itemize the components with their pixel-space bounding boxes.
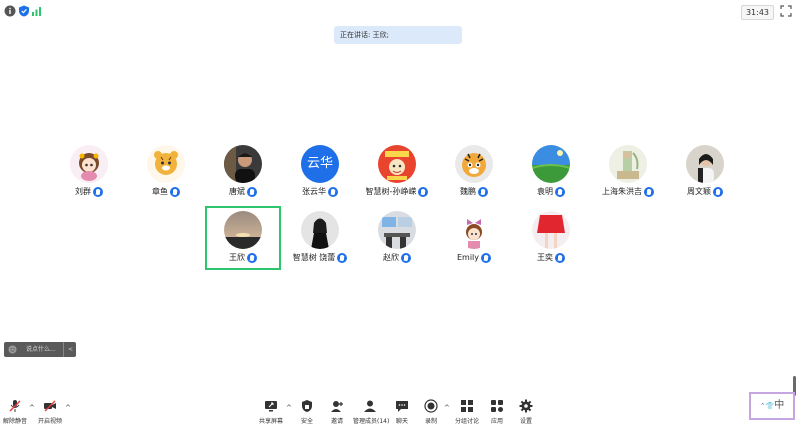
participant-tile[interactable]: Emily: [445, 211, 503, 271]
collapse-chat-toggle[interactable]: <: [68, 342, 73, 357]
participant-tile[interactable]: 魏鹏: [445, 145, 503, 205]
mic-muted-icon: [644, 187, 654, 197]
participant-name: Emily: [456, 253, 480, 262]
participant-name: 张云华: [302, 187, 326, 196]
participant-tile[interactable]: 云华 张云华: [291, 145, 349, 205]
settings-button[interactable]: 设置: [516, 398, 536, 426]
share-screen-icon: [265, 401, 277, 412]
participants-icon: [364, 400, 376, 412]
breakout-rooms-icon: [461, 400, 473, 412]
participant-name: 智慧树 饶蕾: [292, 253, 336, 262]
participant-name: 王奕: [537, 253, 553, 262]
start-video-button[interactable]: 开启视频: [37, 398, 63, 426]
participant-tile[interactable]: 上海朱洪吉: [599, 145, 657, 205]
ime-label: 中: [774, 400, 785, 411]
participant-tile[interactable]: 唐斌: [214, 145, 272, 205]
chat-icon: [396, 401, 408, 412]
mic-muted-icon: [713, 187, 723, 197]
record-icon: [424, 399, 438, 413]
avatar: [609, 145, 647, 183]
avatar: [70, 145, 108, 183]
avatar: [301, 211, 339, 249]
avatar: [532, 211, 570, 249]
participant-tile[interactable]: 智慧树-孙峥嵘: [365, 145, 429, 205]
mic-muted-icon: [247, 253, 257, 263]
apps-icon: [491, 400, 503, 412]
mic-muted-icon: [481, 253, 492, 263]
participant-name: 赵欣: [383, 253, 399, 262]
avatar: [532, 145, 570, 183]
meeting-toolbar: 解除静音 ^ 开启视频 ^ 共享屏幕 ^ 安全 邀请 管理成员(14) 聊天 录…: [0, 396, 798, 426]
participant-name: 魏鹏: [460, 187, 476, 196]
mic-muted-icon: [555, 187, 565, 197]
mic-muted-icon: [337, 253, 348, 263]
avatar: [455, 211, 493, 249]
participant-tile[interactable]: 智慧树 饶蕾: [291, 211, 349, 271]
manage-participants-button[interactable]: 管理成员(14): [353, 398, 389, 426]
participant-name: 上海朱洪吉: [602, 187, 642, 196]
avatar: [378, 211, 416, 249]
participant-name: 刘群: [75, 187, 91, 196]
breakout-rooms-button[interactable]: 分组讨论: [454, 398, 480, 426]
mic-muted-icon: [93, 187, 103, 197]
emoji-icon[interactable]: [8, 345, 17, 354]
audio-options-caret[interactable]: ^: [29, 404, 35, 412]
mic-muted-icon: [401, 253, 411, 263]
avatar: [455, 145, 493, 183]
avatar: [378, 145, 416, 183]
apps-button[interactable]: 应用: [487, 398, 507, 426]
chat-quick-input[interactable]: 说点什么... <: [4, 342, 76, 357]
chat-placeholder: 说点什么...: [26, 346, 56, 353]
participant-name: 唐斌: [229, 187, 245, 196]
participant-name: 章鱼: [152, 187, 168, 196]
ime-indicator[interactable]: ⌃👕中: [749, 392, 795, 420]
avatar: [224, 211, 262, 249]
security-button[interactable]: 安全: [296, 398, 318, 426]
invite-user-icon: [331, 401, 343, 412]
participant-tile[interactable]: 刘群: [60, 145, 118, 205]
video-options-caret[interactable]: ^: [65, 404, 71, 412]
gear-icon: [519, 399, 533, 413]
chat-button[interactable]: 聊天: [393, 398, 411, 426]
mic-muted-icon: [170, 187, 180, 197]
mic-muted-icon: [328, 187, 338, 197]
participant-tile[interactable]: 章鱼: [137, 145, 195, 205]
participant-name: 袁明: [537, 187, 553, 196]
participant-tile[interactable]: 王欣: [214, 211, 272, 271]
share-screen-button[interactable]: 共享屏幕: [258, 398, 284, 426]
participant-tile[interactable]: 王奕: [522, 211, 580, 271]
participant-tile[interactable]: 赵欣: [368, 211, 426, 271]
avatar: [686, 145, 724, 183]
invite-button[interactable]: 邀请: [326, 398, 348, 426]
participant-gallery: 刘群 章鱼 唐斌 云华 张云华 智慧树-孙峥嵘 魏鹏 袁明 上海朱洪吉 周文颖 …: [0, 0, 798, 423]
avatar: 云华: [301, 145, 339, 183]
mic-muted-icon: [478, 187, 488, 197]
camera-off-icon: [44, 400, 56, 412]
record-button[interactable]: 录制: [422, 398, 440, 426]
avatar: [224, 145, 262, 183]
participant-tile[interactable]: 袁明: [522, 145, 580, 205]
participant-name: 智慧树-孙峥嵘: [365, 187, 417, 196]
participant-tile[interactable]: 周文颖: [676, 145, 734, 205]
participant-name: 王欣: [229, 253, 245, 262]
ime-symbol-icon: ⌃👕: [759, 402, 775, 410]
mic-muted-icon: [247, 187, 257, 197]
shield-icon: [302, 400, 312, 412]
participant-name: 周文颖: [687, 187, 711, 196]
mic-muted-icon: [555, 253, 565, 263]
unmute-button[interactable]: 解除静音: [2, 398, 28, 426]
avatar: [147, 145, 185, 183]
mic-off-icon: [9, 400, 21, 412]
record-options-caret[interactable]: ^: [444, 404, 450, 412]
share-options-caret[interactable]: ^: [286, 404, 292, 412]
